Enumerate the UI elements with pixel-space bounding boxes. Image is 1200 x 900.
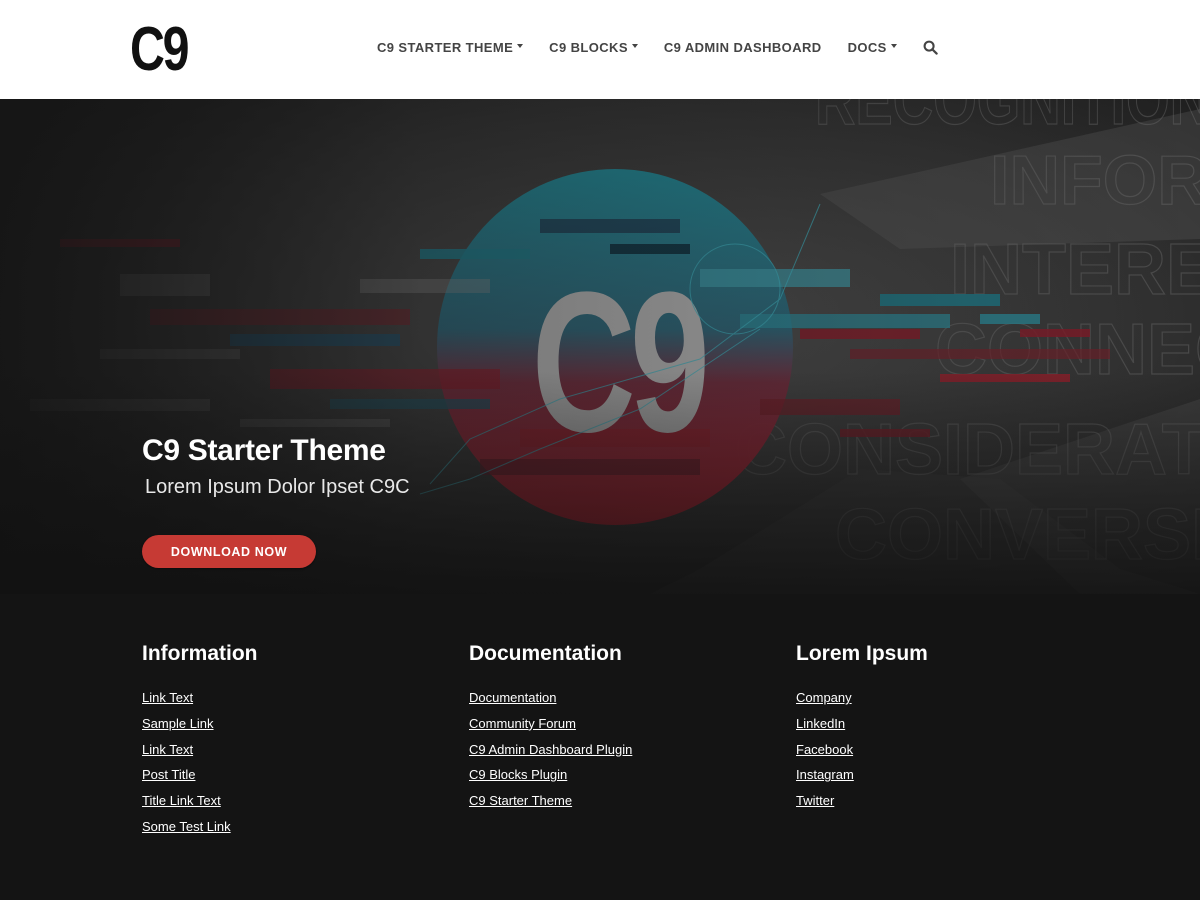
footer-link[interactable]: Post Title: [142, 767, 195, 782]
site-header: C9 C9 STARTER THEME C9 BLOCKS C9 ADMIN D…: [0, 0, 1200, 99]
footer-column-information: Information Link Text Sample Link Link T…: [142, 642, 258, 844]
main-nav: C9 STARTER THEME C9 BLOCKS C9 ADMIN DASH…: [377, 40, 938, 55]
nav-item-label: C9 ADMIN DASHBOARD: [663, 40, 822, 55]
hero-banner: RECOGNITION INFORM INTEREST CONNECT CONS…: [0, 99, 1200, 594]
footer-link[interactable]: Title Link Text: [142, 793, 221, 808]
caret-down-icon: [890, 43, 897, 48]
download-now-button[interactable]: DOWNLOAD NOW: [142, 535, 316, 568]
nav-item-label: C9 BLOCKS: [549, 40, 628, 55]
caret-down-icon: [517, 43, 524, 48]
footer-link[interactable]: Instagram: [796, 767, 854, 782]
footer-link[interactable]: Community Forum: [469, 716, 576, 731]
nav-item-label: DOCS: [847, 40, 887, 55]
site-logo[interactable]: C9: [130, 12, 189, 88]
footer-link[interactable]: C9 Starter Theme: [469, 793, 572, 808]
hero-background-graphic: RECOGNITION INFORM INTEREST CONNECT CONS…: [0, 99, 1200, 594]
footer-link[interactable]: Documentation: [469, 690, 556, 705]
hero-subtitle: Lorem Ipsum Dolor Ipset C9C: [145, 476, 410, 498]
footer-link[interactable]: C9 Admin Dashboard Plugin: [469, 742, 632, 757]
nav-item-label: C9 STARTER THEME: [377, 40, 514, 55]
footer-link[interactable]: Link Text: [142, 742, 193, 757]
hero-title: C9 Starter Theme: [142, 434, 386, 467]
footer-heading: Lorem Ipsum: [796, 642, 928, 665]
footer-link[interactable]: Sample Link: [142, 716, 214, 731]
footer-link[interactable]: Some Test Link: [142, 819, 231, 834]
site-footer: Information Link Text Sample Link Link T…: [0, 594, 1200, 900]
footer-link[interactable]: Facebook: [796, 742, 853, 757]
footer-column-documentation: Documentation Documentation Community Fo…: [469, 642, 632, 818]
nav-item-docs[interactable]: DOCS: [848, 40, 897, 55]
nav-item-c9-starter-theme[interactable]: C9 STARTER THEME: [377, 40, 524, 55]
caret-down-icon: [631, 43, 638, 48]
footer-heading: Information: [142, 642, 258, 665]
nav-item-c9-admin-dashboard[interactable]: C9 ADMIN DASHBOARD: [664, 40, 822, 55]
footer-link[interactable]: C9 Blocks Plugin: [469, 767, 567, 782]
footer-heading: Documentation: [469, 642, 622, 665]
search-icon[interactable]: [923, 40, 938, 55]
footer-link[interactable]: Company: [796, 690, 852, 705]
footer-link[interactable]: LinkedIn: [796, 716, 845, 731]
footer-column-lorem-ipsum: Lorem Ipsum Company LinkedIn Facebook In…: [796, 642, 928, 818]
nav-item-c9-blocks[interactable]: C9 BLOCKS: [549, 40, 638, 55]
footer-link[interactable]: Link Text: [142, 690, 193, 705]
footer-link[interactable]: Twitter: [796, 793, 834, 808]
